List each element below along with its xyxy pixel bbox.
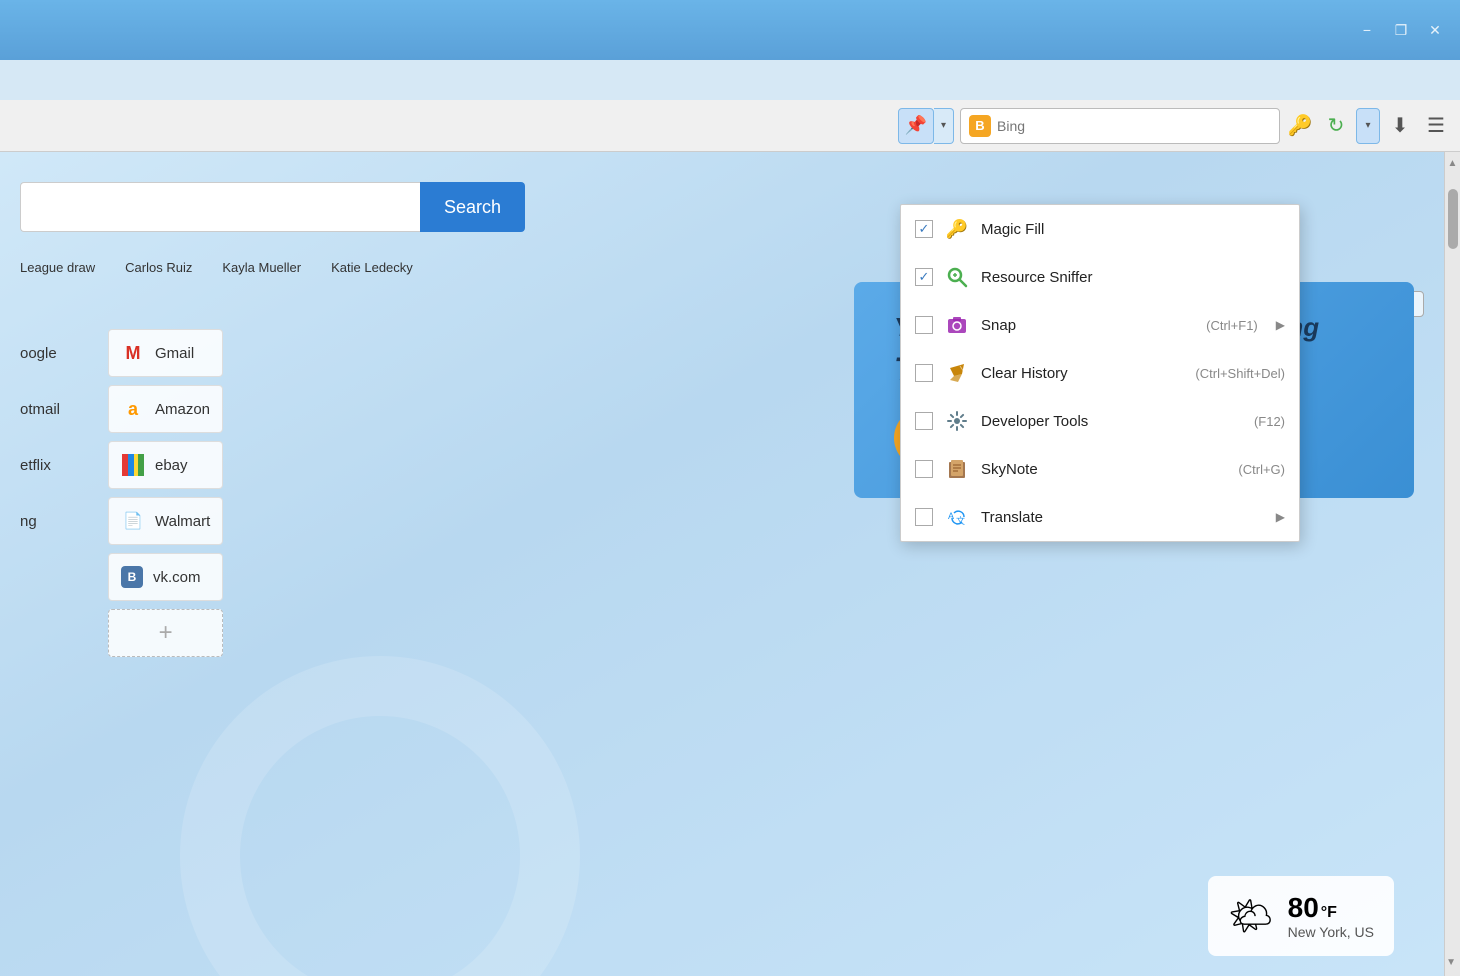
developer-tools-shortcut: (F12) — [1254, 414, 1285, 429]
nav-bar: 📌 ▾ B 🔑 ↻ ▾ ⬇ ☰ — [0, 100, 1460, 152]
bing-bg-decoration — [180, 656, 580, 976]
clear-history-shortcut: (Ctrl+Shift+Del) — [1195, 366, 1285, 381]
snap-label: Snap — [981, 317, 1194, 334]
quick-link-vkcom[interactable]: B vk.com — [108, 553, 223, 601]
skynote-checkbox[interactable] — [915, 460, 933, 478]
resource-sniffer-icon — [945, 265, 969, 289]
quick-links-col: M Gmail a Amazon — [108, 329, 223, 657]
dropdown-item-snap[interactable]: Snap (Ctrl+F1) ▶ — [901, 301, 1299, 349]
resource-sniffer-label: Resource Sniffer — [981, 269, 1285, 286]
skynote-icon — [945, 457, 969, 481]
plugin-dropdown-menu: ✓ 🔑 Magic Fill ✓ Resource Sniffer — [900, 204, 1300, 542]
clear-history-icon — [945, 361, 969, 385]
snap-checkbox[interactable] — [915, 316, 933, 334]
developer-tools-label: Developer Tools — [981, 413, 1242, 430]
title-bar-controls: − ❐ ✕ — [1352, 18, 1450, 42]
magic-fill-label: Magic Fill — [981, 221, 1285, 238]
gmail-label: Gmail — [155, 345, 194, 362]
translate-arrow: ▶ — [1276, 510, 1285, 524]
translate-label: Translate — [981, 509, 1258, 526]
refresh-icon-button[interactable]: ↻ — [1320, 108, 1352, 144]
pin-button-group: 📌 ▾ — [898, 108, 954, 144]
magic-fill-icon: 🔑 — [945, 217, 969, 241]
scrollbar-thumb[interactable] — [1448, 189, 1458, 249]
quick-link-amazon[interactable]: a Amazon — [108, 385, 223, 433]
weather-icon: 🌤 — [1228, 895, 1274, 937]
dropdown-item-skynote[interactable]: SkyNote (Ctrl+G) — [901, 445, 1299, 493]
clear-history-label: Clear History — [981, 365, 1183, 382]
partial-labels: oogle otmail etflix ng — [20, 329, 100, 657]
close-button[interactable]: ✕ — [1420, 18, 1450, 42]
pin-icon: 📌 — [905, 115, 927, 136]
menu-icon-button[interactable]: ☰ — [1420, 108, 1452, 144]
resource-sniffer-checkbox[interactable]: ✓ — [915, 268, 933, 286]
snap-arrow: ▶ — [1276, 318, 1285, 332]
download-icon-button[interactable]: ⬇ — [1384, 108, 1416, 144]
tab-bar — [0, 60, 1460, 100]
dropdown-item-translate[interactable]: A 文 Translate ▶ — [901, 493, 1299, 541]
ebay-icon — [121, 453, 145, 477]
partial-label: etflix — [20, 441, 100, 489]
weather-location: New York, US — [1288, 924, 1374, 940]
skynote-shortcut: (Ctrl+G) — [1238, 462, 1285, 477]
weather-temperature: 80 — [1288, 892, 1319, 924]
trending-item[interactable]: Katie Ledecky — [331, 260, 413, 275]
dropdown-item-clear-history[interactable]: Clear History (Ctrl+Shift+Del) — [901, 349, 1299, 397]
bing-logo: B — [969, 115, 991, 137]
gmail-icon: M — [121, 341, 145, 365]
translate-icon: A 文 — [945, 505, 969, 529]
partial-label: ng — [20, 497, 100, 545]
translate-checkbox[interactable] — [915, 508, 933, 526]
dropdown-item-resource-sniffer[interactable]: ✓ Resource Sniffer — [901, 253, 1299, 301]
search-box: B — [960, 108, 1280, 144]
ebay-label: ebay — [155, 457, 188, 474]
quick-link-gmail[interactable]: M Gmail — [108, 329, 223, 377]
main-content: Search League draw Carlos Ruiz Kayla Mue… — [0, 152, 1460, 976]
pin-dropdown-arrow[interactable]: ▾ — [934, 108, 954, 144]
search-input[interactable] — [997, 118, 1271, 134]
partial-label: otmail — [20, 385, 100, 433]
vkcom-icon: B — [121, 566, 143, 588]
scrollbar[interactable]: ▲ ▼ — [1444, 152, 1460, 976]
title-bar: − ❐ ✕ — [0, 0, 1460, 60]
partial-label: oogle — [20, 329, 100, 377]
weather-area: 🌤 80 °F New York, US — [1208, 876, 1394, 956]
partial-label — [20, 553, 100, 601]
walmart-icon: 📄 — [121, 509, 145, 533]
developer-tools-icon — [945, 409, 969, 433]
bing-search-input[interactable] — [20, 182, 420, 232]
weather-info: 80 °F New York, US — [1288, 892, 1374, 940]
snap-icon — [945, 313, 969, 337]
dropdown-item-developer-tools[interactable]: Developer Tools (F12) — [901, 397, 1299, 445]
quick-link-ebay[interactable]: ebay — [108, 441, 223, 489]
walmart-label: Walmart — [155, 513, 210, 530]
key-icon-button[interactable]: 🔑 — [1284, 108, 1316, 144]
magic-fill-checkbox[interactable]: ✓ — [915, 220, 933, 238]
amazon-label: Amazon — [155, 401, 210, 418]
restore-button[interactable]: ❐ — [1386, 18, 1416, 42]
trending-item[interactable]: Kayla Mueller — [222, 260, 301, 275]
quick-link-walmart[interactable]: 📄 Walmart — [108, 497, 223, 545]
trending-item[interactable]: Carlos Ruiz — [125, 260, 192, 275]
plugin-dropdown-button[interactable]: ▾ — [1356, 108, 1380, 144]
pin-button[interactable]: 📌 — [898, 108, 934, 144]
skynote-label: SkyNote — [981, 461, 1226, 478]
vkcom-label: vk.com — [153, 569, 201, 586]
add-site-button[interactable]: + — [108, 609, 223, 657]
minimize-button[interactable]: − — [1352, 18, 1382, 42]
weather-unit: °F — [1321, 904, 1337, 922]
clear-history-checkbox[interactable] — [915, 364, 933, 382]
developer-tools-checkbox[interactable] — [915, 412, 933, 430]
dropdown-item-magic-fill[interactable]: ✓ 🔑 Magic Fill — [901, 205, 1299, 253]
snap-shortcut: (Ctrl+F1) — [1206, 318, 1258, 333]
trending-item[interactable]: League draw — [20, 260, 95, 275]
svg-text:A: A — [948, 511, 954, 521]
amazon-icon: a — [121, 397, 145, 421]
bing-search-button[interactable]: Search — [420, 182, 525, 232]
